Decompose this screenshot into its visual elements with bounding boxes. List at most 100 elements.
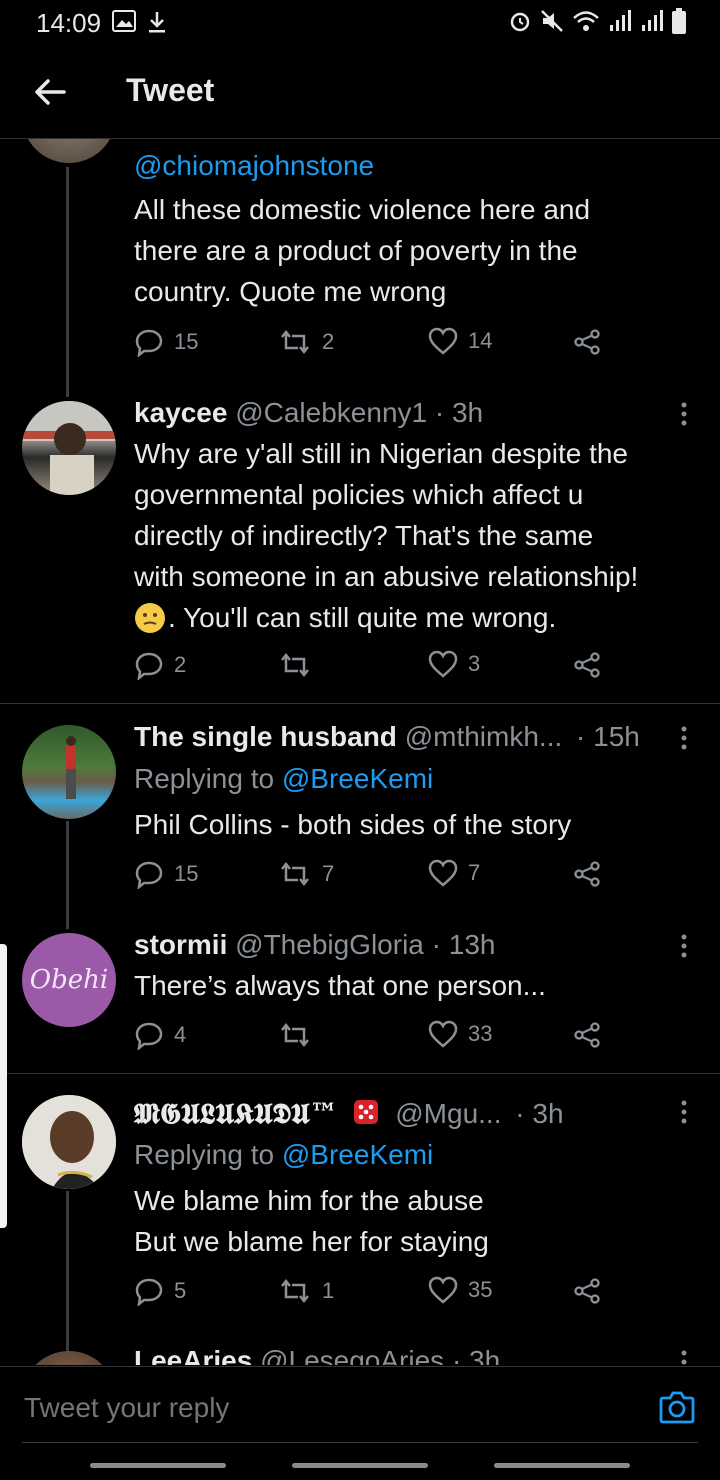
wifi-icon <box>573 11 599 31</box>
like-button[interactable]: 3 <box>428 650 480 678</box>
retweet-icon <box>281 652 309 678</box>
display-name[interactable]: The single husband <box>134 721 397 752</box>
tweet-actions: 15 2 14 <box>134 327 614 361</box>
composer-underline <box>22 1442 698 1443</box>
timestamp: · 15h <box>576 721 640 752</box>
download-icon <box>146 10 168 39</box>
dice-emoji <box>351 1097 381 1134</box>
reply-button[interactable]: 4 <box>134 1020 186 1050</box>
timestamp: · 3h <box>451 1345 501 1365</box>
tweet-text: There’s always that one person... <box>134 970 546 1001</box>
signal-icon <box>610 10 631 31</box>
mention-link[interactable]: @chiomajohnstone <box>134 145 374 186</box>
mention-link[interactable]: @BreeKemi <box>282 1139 433 1170</box>
like-icon <box>428 1020 458 1048</box>
tweet-header: 𝕸𝕲𝖀𝕷𝖀𝕶𝖀𝕯𝖀™ @Mgu... · 3h <box>134 1097 564 1134</box>
tweet-text: All these domestic violence here and the… <box>134 194 591 307</box>
avatar-text: Obehi <box>29 965 109 995</box>
retweet-button[interactable]: 7 <box>278 859 334 889</box>
like-button[interactable]: 33 <box>428 1020 492 1048</box>
thread-line <box>66 1191 69 1365</box>
tweet-actions: 2 3 <box>134 650 614 684</box>
like-icon <box>428 1276 458 1304</box>
replying-to: Replying to @BreeKemi <box>134 763 434 794</box>
like-button[interactable]: 14 <box>428 327 492 355</box>
share-button[interactable] <box>572 859 602 889</box>
avatar[interactable] <box>22 1351 116 1365</box>
divider <box>0 1073 720 1074</box>
display-name[interactable]: stormii <box>134 929 227 960</box>
more-icon[interactable] <box>680 1349 688 1365</box>
more-icon[interactable] <box>680 725 688 751</box>
battery-icon <box>672 8 686 34</box>
nav-back[interactable] <box>494 1463 630 1468</box>
back-arrow-icon[interactable] <box>30 72 70 112</box>
retweet-icon <box>281 1022 309 1048</box>
timestamp: · 13h <box>431 929 496 960</box>
user-handle[interactable]: @LesegoAries <box>260 1345 444 1365</box>
share-button[interactable] <box>572 327 602 357</box>
share-icon <box>574 1278 600 1304</box>
reply-button[interactable]: 15 <box>134 327 198 357</box>
share-icon <box>574 1022 600 1048</box>
timestamp: · 3h <box>434 397 484 428</box>
edge-panel-handle[interactable] <box>0 944 7 1228</box>
like-button[interactable]: 35 <box>428 1276 492 1304</box>
nav-home[interactable] <box>292 1463 428 1468</box>
share-icon <box>574 329 600 355</box>
tweet-header: kaycee @Calebkenny1 · 3h <box>134 397 483 429</box>
reply-icon <box>135 861 163 889</box>
status-bar: 14:09 <box>0 0 720 44</box>
reply-button[interactable]: 15 <box>134 859 198 889</box>
avatar[interactable] <box>22 725 116 819</box>
gallery-icon <box>112 10 136 37</box>
tweet-text: We blame him for the abuse But we blame … <box>134 1185 489 1257</box>
status-icons <box>508 8 686 34</box>
retweet-button[interactable]: 2 <box>278 327 334 357</box>
reply-button[interactable]: 5 <box>134 1276 186 1306</box>
alarm-icon <box>510 12 530 32</box>
retweet-icon <box>281 861 309 887</box>
camera-icon[interactable] <box>658 1389 696 1425</box>
retweet-button[interactable] <box>278 650 322 680</box>
retweet-button[interactable]: 1 <box>278 1276 334 1306</box>
avatar[interactable] <box>22 139 116 163</box>
top-bar: Tweet <box>0 44 720 139</box>
tweet-header: stormii @ThebigGloria · 13h <box>134 929 495 961</box>
tweet-actions: 4 33 <box>134 1020 614 1054</box>
share-button[interactable] <box>572 1020 602 1050</box>
reply-button[interactable]: 2 <box>134 650 186 680</box>
reply-icon <box>135 1278 163 1306</box>
display-name[interactable]: LeeAries <box>134 1345 252 1365</box>
display-name[interactable]: kaycee <box>134 397 227 428</box>
thread-line <box>66 821 69 929</box>
share-icon <box>574 652 600 678</box>
avatar[interactable]: Obehi <box>22 933 116 1027</box>
divider <box>0 703 720 704</box>
avatar[interactable] <box>22 401 116 495</box>
user-handle[interactable]: @ThebigGloria <box>235 929 424 960</box>
reply-icon <box>135 1022 163 1050</box>
user-handle[interactable]: @Calebkenny1 <box>235 397 427 428</box>
avatar[interactable] <box>22 1095 116 1189</box>
retweet-icon <box>281 329 309 355</box>
reply-input[interactable] <box>22 1381 626 1435</box>
display-name[interactable]: 𝕸𝕲𝖀𝕷𝖀𝕶𝖀𝕯𝖀™ <box>134 1097 338 1130</box>
share-button[interactable] <box>572 650 602 680</box>
mention-link[interactable]: @BreeKemi <box>282 763 433 794</box>
tweet-text: Phil Collins - both sides of the story <box>134 809 572 840</box>
more-icon[interactable] <box>680 1099 688 1125</box>
user-handle[interactable]: @Mgu... <box>395 1098 501 1129</box>
nav-recents[interactable] <box>90 1463 226 1468</box>
tweet-actions: 5 1 35 <box>134 1276 614 1310</box>
user-handle[interactable]: @mthimkh... <box>405 721 563 752</box>
more-icon[interactable] <box>680 933 688 959</box>
reply-feed[interactable]: @chiomajohnstone All these domestic viol… <box>0 139 720 1365</box>
more-icon[interactable] <box>680 401 688 427</box>
like-button[interactable]: 7 <box>428 859 480 887</box>
replying-to: Replying to @BreeKemi <box>134 1139 434 1170</box>
like-icon <box>428 650 458 678</box>
share-button[interactable] <box>572 1276 602 1306</box>
retweet-button[interactable] <box>278 1020 322 1050</box>
signal-icon-2 <box>642 10 663 31</box>
